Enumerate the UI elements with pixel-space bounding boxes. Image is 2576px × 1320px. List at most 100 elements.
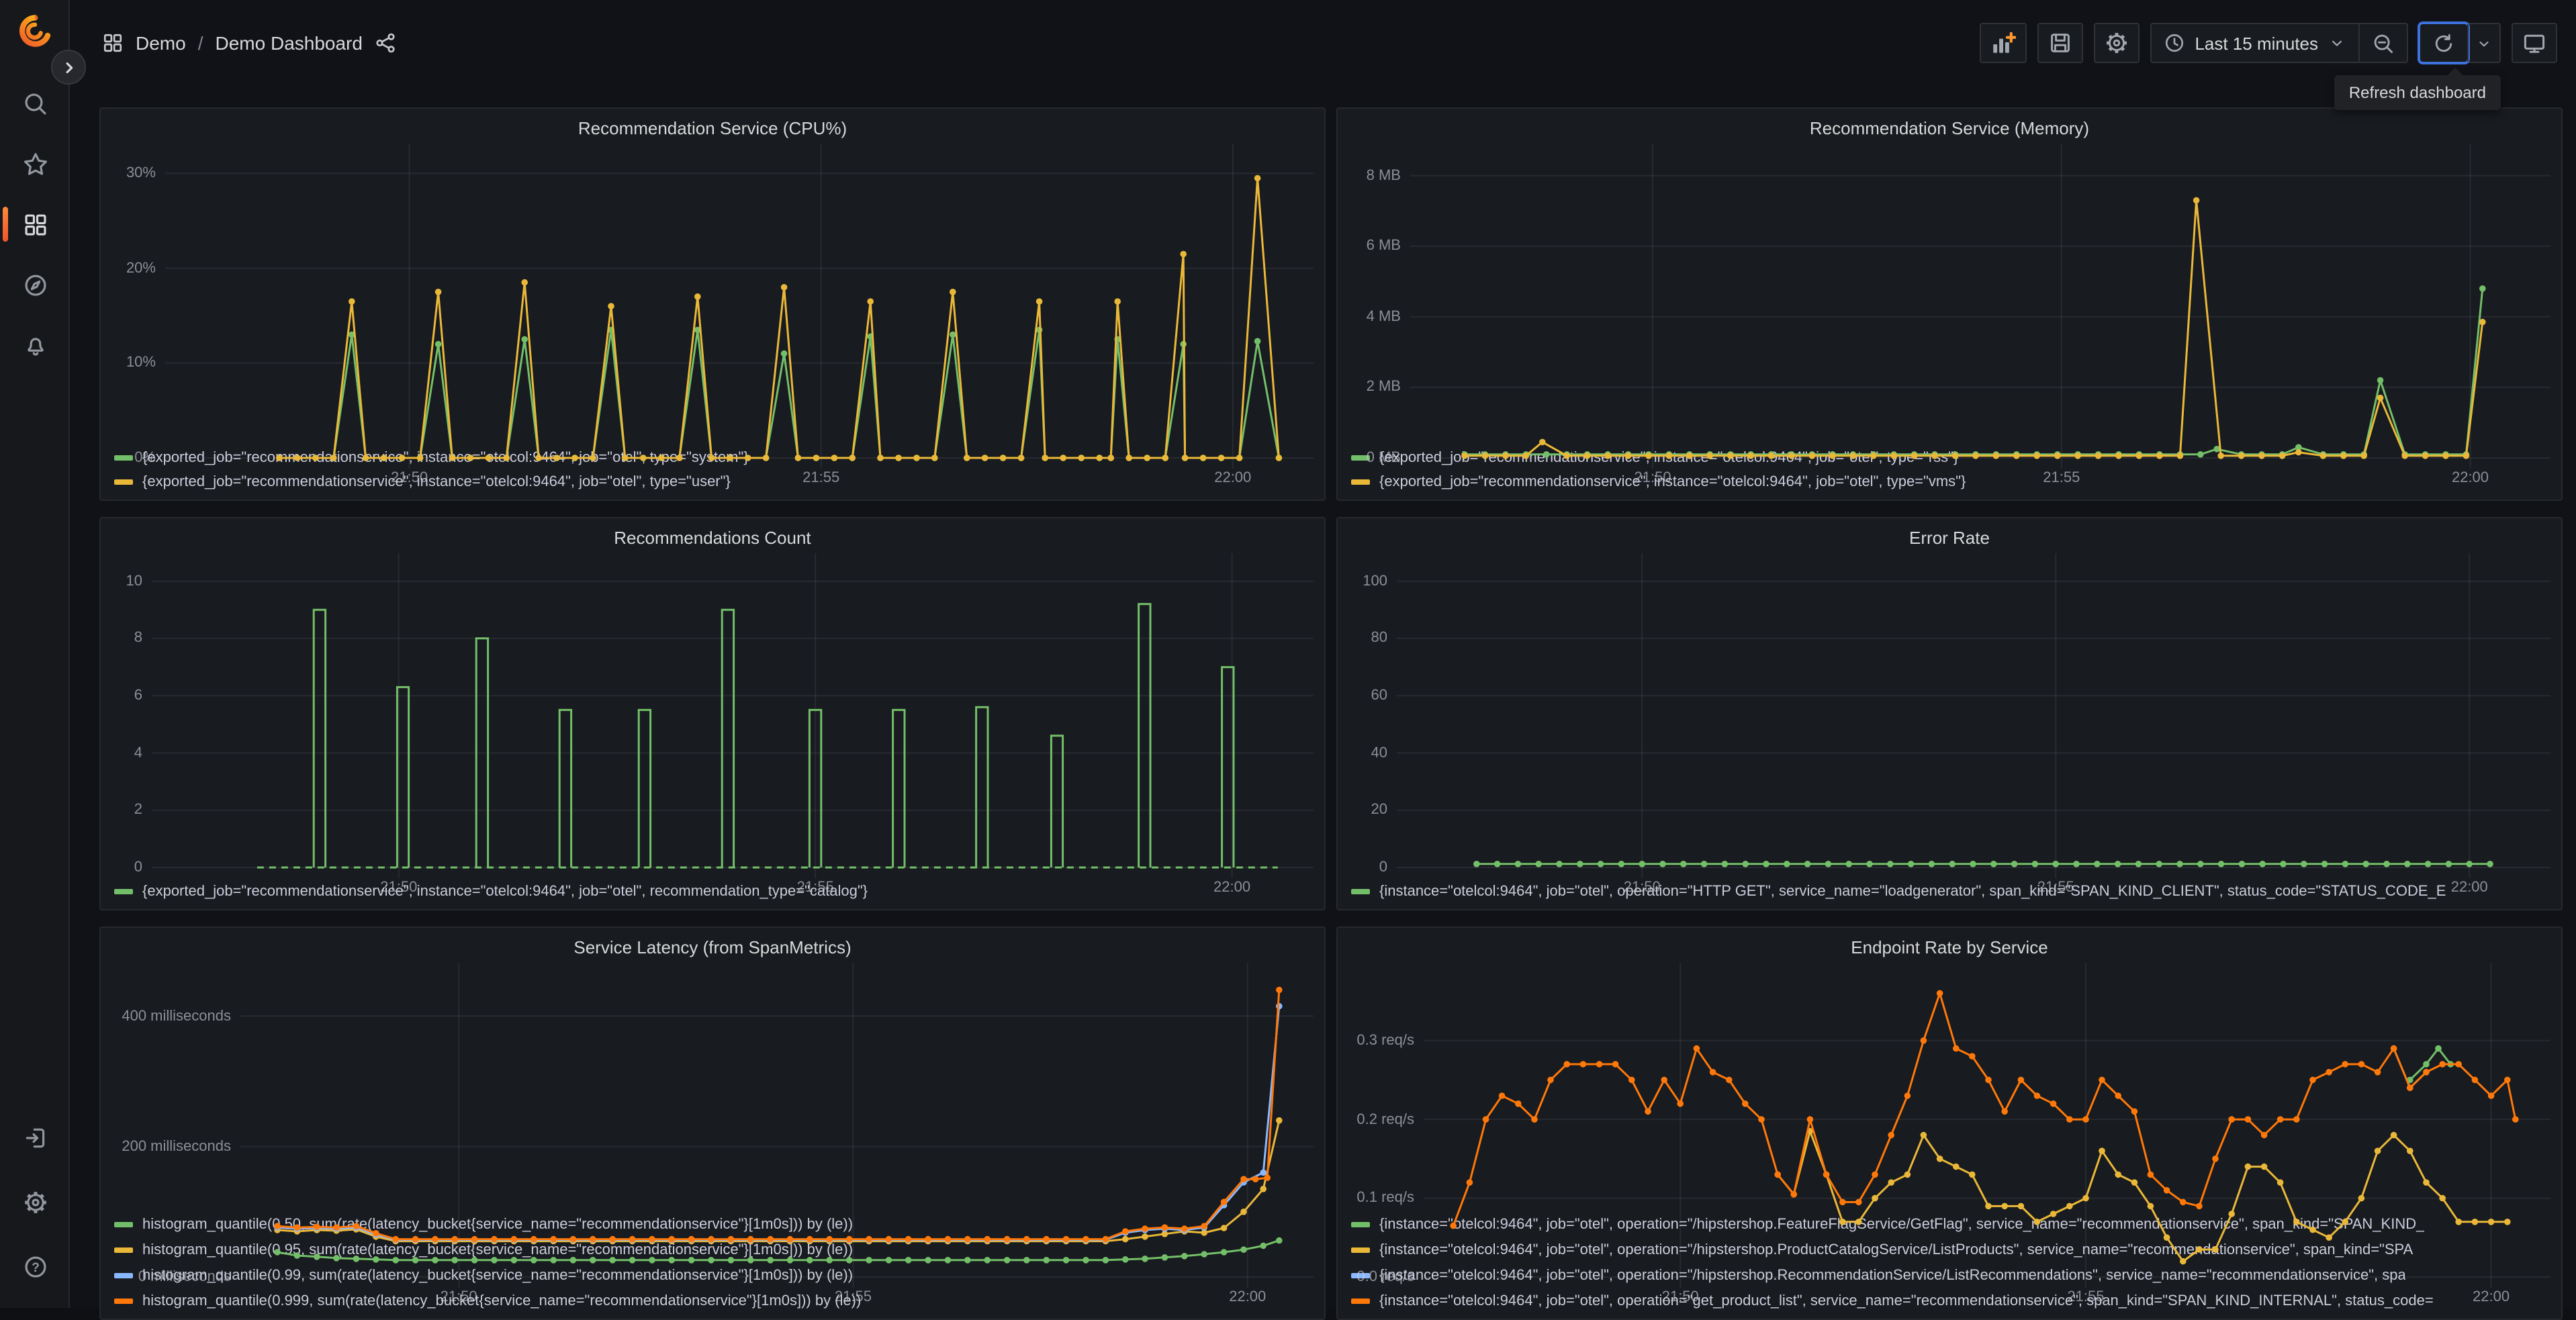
x-tick-label: 22:00 [2473, 1289, 2510, 1305]
panel-recommendation-memory: Recommendation Service (Memory) 0 MB 2 MB… [1336, 107, 2563, 501]
panel-title[interactable]: Endpoint Rate by Service [1348, 928, 2550, 963]
x-tick-label: 21:55 [2067, 1289, 2105, 1305]
x-tick-label: 22:00 [1229, 1289, 1267, 1305]
cpu-chart[interactable]: 21:50 21:55 22:00 [165, 144, 1314, 486]
y-tick-label: 40 [1371, 745, 1388, 761]
legend-item[interactable]: {instance="otelcol:9464", job="otel", op… [1351, 1288, 2550, 1313]
x-tick-label: 21:55 [834, 1289, 872, 1305]
clock-icon [2166, 34, 2184, 52]
sign-in-icon [25, 1127, 44, 1147]
x-tick-label: 21:50 [1634, 470, 1671, 486]
add-panel-button[interactable] [1980, 23, 2027, 63]
y-axis: 0.0 req/s 0.1 req/s 0.2 req/s 0.3 req/s [1348, 963, 1424, 1285]
legend-item[interactable]: {exported_job="recommendationservice", i… [114, 880, 1314, 904]
panel-title[interactable]: Recommendations Count [111, 518, 1314, 553]
sidebar-nav-bottom: ? [8, 1111, 62, 1293]
chevron-down-icon [2479, 40, 2489, 46]
panel-title[interactable]: Recommendation Service (Memory) [1348, 109, 2550, 144]
y-tick-label: 8 MB [1366, 167, 1401, 184]
sidebar-item-search[interactable] [8, 77, 62, 130]
sidebar-item-configuration[interactable] [8, 1175, 62, 1229]
legend-series-swatch [1351, 1221, 1370, 1227]
x-tick-label: 21:55 [802, 470, 840, 486]
y-tick-label: 0 [134, 859, 142, 876]
time-range-label: Last 15 minutes [2195, 33, 2318, 53]
y-tick-label: 6 MB [1366, 238, 1401, 254]
sidebar-item-starred[interactable] [8, 137, 62, 191]
time-range-picker[interactable]: Last 15 minutes [2152, 24, 2358, 62]
refresh-interval-dropdown[interactable] [2467, 24, 2499, 62]
latency-chart-svg [240, 963, 1314, 1288]
grafana-logo-icon[interactable] [15, 11, 55, 51]
dashboard-settings-button[interactable] [2094, 23, 2140, 63]
grafana-app: ? Demo / Demo Dashboard Last 15 minutes … [0, 0, 2576, 1320]
save-dashboard-button[interactable] [2037, 23, 2084, 63]
gear-icon [2107, 33, 2127, 53]
panel-service-latency: Service Latency (from SpanMetrics) 0 mil… [99, 927, 1326, 1320]
breadcrumb-dashboard[interactable]: Demo Dashboard [216, 32, 363, 54]
sidebar-item-dashboards[interactable] [3, 197, 62, 251]
error-chart[interactable]: 21:50 21:55 22:00 [1397, 553, 2550, 896]
y-tick-label: 0% [134, 450, 156, 466]
legend-series-swatch [114, 1247, 133, 1252]
panel-title[interactable]: Error Rate [1348, 518, 2550, 553]
panel-title[interactable]: Recommendation Service (CPU%) [111, 109, 1314, 144]
y-tick-label: 0.3 req/s [1356, 1032, 1414, 1049]
y-tick-label: 2 [134, 802, 142, 818]
x-tick-label: 21:55 [2037, 880, 2074, 896]
sidebar-item-sign-in[interactable] [8, 1111, 62, 1164]
chevron-down-icon [2332, 40, 2342, 46]
legend-series-swatch [114, 1221, 133, 1227]
y-tick-label: 4 MB [1366, 308, 1401, 325]
refresh-button[interactable] [2420, 24, 2467, 62]
legend-item[interactable]: {instance="otelcol:9464", job="otel", op… [1351, 880, 2550, 904]
x-tick-label: 21:50 [1623, 880, 1661, 896]
breadcrumb-folder[interactable]: Demo [136, 32, 186, 54]
error-chart-svg [1397, 553, 2550, 878]
endpoint-chart[interactable]: 21:50 21:55 22:00 [1424, 963, 2550, 1305]
sidebar-expand-button[interactable] [51, 50, 86, 85]
y-tick-label: 8 [134, 630, 142, 647]
y-tick-label: 0 MB [1366, 450, 1401, 466]
sidebar-item-help[interactable]: ? [8, 1239, 62, 1293]
y-tick-label: 0.1 req/s [1356, 1190, 1414, 1207]
legend-series-swatch [1351, 1298, 1370, 1303]
latency-chart[interactable]: 21:50 21:55 22:00 [240, 963, 1314, 1305]
y-tick-label: 4 [134, 745, 142, 761]
breadcrumb-separator: / [197, 32, 203, 54]
legend-series-swatch [114, 455, 133, 461]
legend-series-label: histogram_quantile(0.999, sum(rate(laten… [142, 1292, 862, 1309]
dashboard-grid: Recommendation Service (CPU%) 0% 10% 20% 30… [99, 107, 2563, 1320]
counts-chart[interactable]: 21:50 21:55 22:00 [152, 553, 1314, 896]
panel-error-rate: Error Rate 0 20 40 60 80 100 21:50 21:55 22:00 {… [1336, 517, 2563, 910]
panel-title[interactable]: Service Latency (from SpanMetrics) [111, 928, 1314, 963]
sidebar-item-alerting[interactable] [8, 318, 62, 372]
y-tick-label: 400 milliseconds [122, 1008, 231, 1025]
refresh-tooltip: Refresh dashboard [2334, 75, 2501, 110]
gear-icon [24, 1191, 46, 1213]
zoom-out-button[interactable] [2358, 24, 2407, 62]
legend-item[interactable]: {exported_job="recommendationservice", i… [1351, 470, 2550, 494]
search-icon [24, 93, 46, 114]
y-axis: 0% 10% 20% 30% [111, 144, 165, 466]
help-icon: ? [24, 1256, 46, 1277]
refresh-icon [2435, 33, 2452, 52]
x-tick-label: 21:50 [440, 1289, 477, 1305]
tv-kiosk-button[interactable] [2512, 23, 2557, 63]
zoom-out-icon [2374, 34, 2393, 53]
cpu-chart-svg [165, 144, 1314, 469]
header: Demo / Demo Dashboard Last 15 minutes [70, 0, 2576, 86]
legend-item[interactable]: {exported_job="recommendationservice", i… [114, 470, 1314, 494]
memory-chart[interactable]: 21:50 21:55 22:00 [1410, 144, 2550, 486]
panel-recommendation-cpu: Recommendation Service (CPU%) 0% 10% 20% 30… [99, 107, 1326, 501]
y-axis: 0 milliseconds 200 milliseconds 400 millis… [111, 963, 240, 1285]
x-tick-label: 21:50 [1661, 1289, 1699, 1305]
sidebar-nav-top [3, 77, 62, 372]
share-icon[interactable] [375, 32, 396, 54]
y-tick-label: 2 MB [1366, 379, 1401, 395]
sidebar-item-explore[interactable] [8, 258, 62, 312]
y-axis: 0 2 4 6 8 10 [111, 553, 152, 876]
legend-item[interactable]: histogram_quantile(0.999, sum(rate(laten… [114, 1288, 1314, 1313]
y-tick-label: 0.2 req/s [1356, 1111, 1414, 1128]
counts-chart-svg [152, 553, 1314, 878]
